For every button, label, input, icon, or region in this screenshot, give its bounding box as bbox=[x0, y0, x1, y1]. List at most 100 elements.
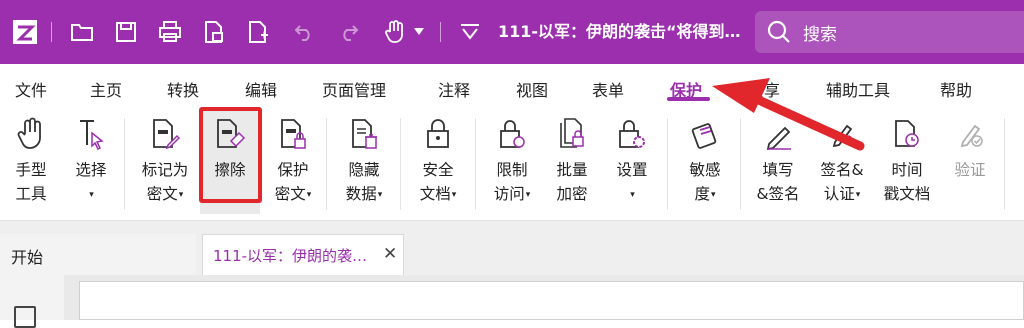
ribbon-divider bbox=[124, 118, 125, 210]
batch-encrypt-button[interactable]: 批量 加密 bbox=[549, 116, 595, 206]
secure-document-label-2: 文档 bbox=[419, 185, 451, 203]
batch-encrypt-label-2: 加密 bbox=[556, 185, 588, 203]
validate-button[interactable]: 验证 bbox=[948, 116, 992, 182]
dropdown-icon[interactable] bbox=[410, 0, 428, 64]
protect-redaction-label-2: 密文 bbox=[274, 185, 306, 203]
hand-tool-button[interactable]: 手型 工具 bbox=[10, 116, 52, 206]
timestamp-label-1: 时间 bbox=[891, 161, 923, 179]
timestamp-document-button[interactable]: 时间 戳文档 bbox=[878, 116, 936, 206]
sensitivity-label-1: 敏感 bbox=[689, 161, 721, 179]
ribbon-divider bbox=[326, 118, 327, 210]
tab-edit[interactable]: 编辑 bbox=[245, 77, 277, 101]
document-page[interactable] bbox=[79, 281, 1024, 320]
protect-redaction-label-1: 保护 bbox=[277, 161, 309, 179]
tab-file[interactable]: 文件 bbox=[15, 77, 47, 101]
tab-home[interactable]: 主页 bbox=[90, 77, 122, 101]
mark-redaction-dropdown-arrow[interactable]: ▾ bbox=[179, 190, 184, 200]
protect-redaction-button[interactable]: 保护密文▾ bbox=[265, 116, 321, 207]
protect-redaction-icon bbox=[277, 116, 309, 152]
lock-icon bbox=[422, 116, 454, 152]
hide-data-dropdown-arrow[interactable]: ▾ bbox=[378, 190, 383, 200]
select-button[interactable]: 选择 ▾ bbox=[70, 116, 112, 207]
toolbar-divider bbox=[51, 22, 52, 42]
mark-redaction-button[interactable]: 标记为密文▾ bbox=[137, 116, 193, 207]
hide-data-button[interactable]: 隐藏数据▾ bbox=[338, 116, 390, 207]
search-box[interactable]: 搜索 bbox=[755, 11, 1024, 53]
fill-sign-label-1: 填写 bbox=[762, 161, 794, 179]
hide-data-label-2: 数据 bbox=[345, 185, 377, 203]
hand-tool-label-1: 手型 bbox=[15, 161, 47, 179]
hide-data-label-1: 隐藏 bbox=[348, 161, 380, 179]
restrict-access-icon bbox=[496, 116, 528, 152]
tab-share[interactable]: 共享 bbox=[748, 77, 780, 101]
tab-help[interactable]: 帮助 bbox=[940, 77, 972, 101]
settings-lock-icon bbox=[616, 116, 648, 152]
close-icon[interactable]: ✕ bbox=[383, 244, 397, 264]
tab-page-management[interactable]: 页面管理 bbox=[322, 77, 386, 101]
tab-view[interactable]: 视图 bbox=[516, 77, 548, 101]
page-thumbnail-icon[interactable] bbox=[14, 306, 36, 328]
pen-sign-icon bbox=[762, 116, 794, 152]
fill-sign-label-2: &签名 bbox=[756, 185, 800, 203]
mark-redaction-label-1: 标记为 bbox=[141, 161, 189, 179]
document-title: 111-以军：伊朗的袭击“将得到… bbox=[498, 22, 741, 41]
sign-certify-label-2: 认证 bbox=[823, 185, 855, 203]
open-folder-icon[interactable] bbox=[66, 0, 98, 64]
clock-document-icon bbox=[891, 116, 923, 152]
erase-highlight-annotation bbox=[199, 107, 262, 203]
new-doc-icon[interactable] bbox=[242, 0, 274, 64]
tab-comment[interactable]: 注释 bbox=[438, 77, 470, 101]
settings-dropdown-arrow[interactable]: ▾ bbox=[630, 190, 635, 200]
hand-tool-label-2: 工具 bbox=[15, 185, 47, 203]
select-dropdown-arrow[interactable]: ▾ bbox=[89, 190, 94, 200]
tab-start-label: 开始 bbox=[11, 248, 44, 267]
restrict-access-label-2: 访问 bbox=[493, 185, 525, 203]
validate-label: 验证 bbox=[954, 161, 986, 179]
search-icon bbox=[767, 20, 790, 43]
sensitivity-button[interactable]: 敏感度▾ bbox=[680, 116, 730, 207]
hand-icon bbox=[15, 116, 47, 152]
app-logo-icon bbox=[10, 0, 40, 64]
undo-icon[interactable] bbox=[289, 0, 319, 64]
protect-redaction-dropdown-arrow[interactable]: ▾ bbox=[307, 190, 312, 200]
print-icon[interactable] bbox=[154, 0, 186, 64]
tab-form[interactable]: 表单 bbox=[592, 77, 624, 101]
sign-certify-icon bbox=[826, 116, 858, 152]
validate-icon bbox=[954, 116, 986, 152]
ribbon-divider bbox=[1004, 118, 1005, 210]
save-icon[interactable] bbox=[110, 0, 142, 64]
sign-certify-button[interactable]: 签名& 认证▾ bbox=[814, 116, 870, 207]
hide-data-icon bbox=[348, 116, 380, 152]
mark-redaction-icon bbox=[149, 116, 181, 152]
tab-convert[interactable]: 转换 bbox=[167, 77, 199, 101]
active-document-tab-label: 111-以军：伊朗的袭… bbox=[213, 247, 368, 265]
restrict-access-button[interactable]: 限制 访问▾ bbox=[486, 116, 538, 207]
text-select-icon bbox=[75, 116, 107, 152]
tab-accessibility[interactable]: 辅助工具 bbox=[826, 77, 890, 101]
restrict-access-dropdown-arrow[interactable]: ▾ bbox=[526, 190, 531, 200]
secure-document-dropdown-arrow[interactable]: ▾ bbox=[452, 190, 457, 200]
batch-encrypt-label-1: 批量 bbox=[556, 161, 588, 179]
ribbon-divider bbox=[740, 118, 741, 210]
secure-document-label-1: 安全 bbox=[422, 161, 454, 179]
hand-icon[interactable] bbox=[380, 0, 410, 64]
batch-encrypt-icon bbox=[556, 116, 588, 152]
sensitivity-tag-icon bbox=[689, 116, 721, 152]
secure-document-button[interactable]: 安全文档▾ bbox=[412, 116, 464, 207]
ribbon-divider bbox=[667, 118, 668, 210]
quick-access-icon[interactable] bbox=[455, 0, 485, 64]
mark-redaction-label-2: 密文 bbox=[146, 185, 178, 203]
redo-icon[interactable] bbox=[334, 0, 364, 64]
select-label: 选择 bbox=[75, 161, 107, 179]
sign-certify-dropdown-arrow[interactable]: ▾ bbox=[856, 190, 861, 200]
sign-certify-label-1: 签名& bbox=[820, 161, 864, 179]
settings-button[interactable]: 设置 ▾ bbox=[609, 116, 655, 207]
export-icon[interactable] bbox=[198, 0, 230, 64]
fill-sign-button[interactable]: 填写 &签名 bbox=[750, 116, 806, 206]
ribbon-divider bbox=[475, 118, 476, 210]
ribbon-divider bbox=[400, 118, 401, 210]
toolbar-divider bbox=[440, 22, 441, 42]
sensitivity-label-2: 度 bbox=[694, 185, 710, 203]
active-tab-indicator bbox=[667, 97, 710, 101]
sensitivity-dropdown-arrow[interactable]: ▾ bbox=[711, 190, 716, 200]
